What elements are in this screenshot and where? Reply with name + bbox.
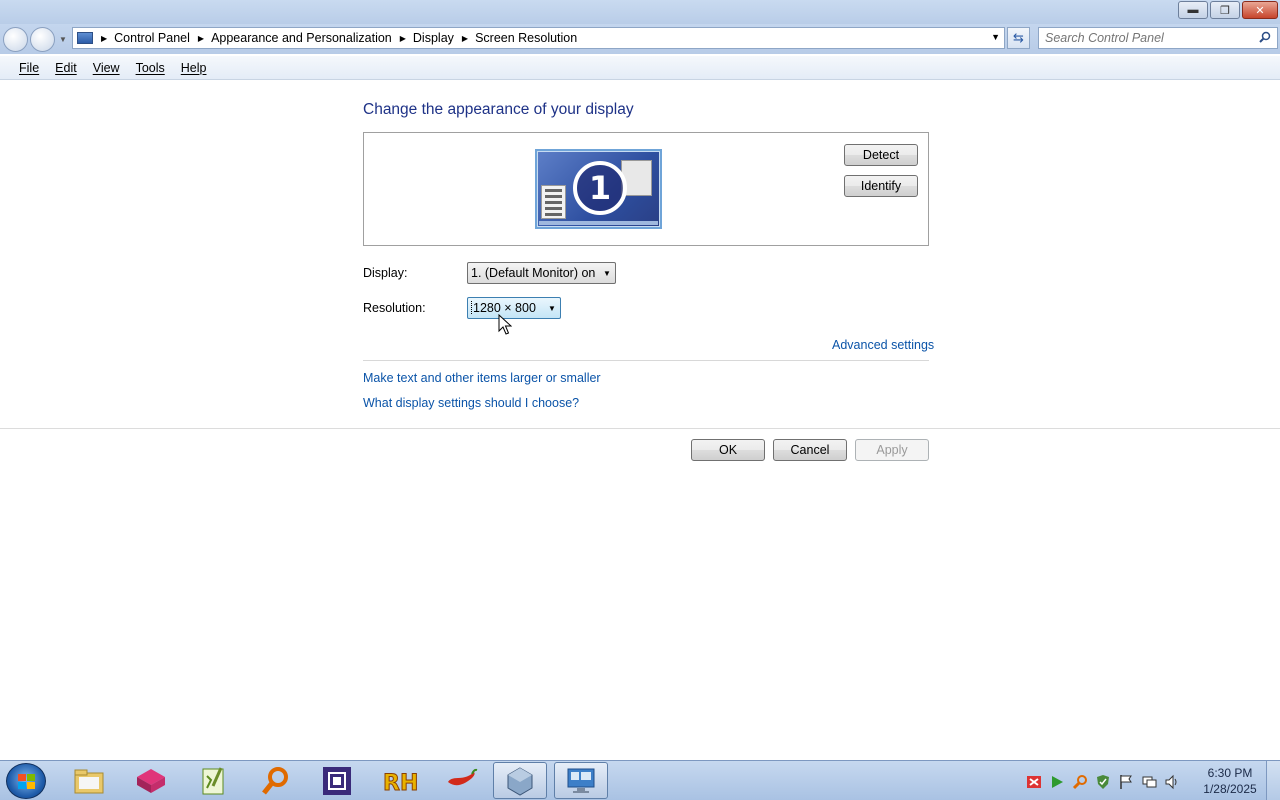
system-tray [1025, 773, 1180, 790]
clock[interactable]: 6:30 PM 1/28/2025 [1200, 765, 1260, 797]
menu-file[interactable]: File [19, 61, 39, 75]
address-dropdown-icon[interactable]: ▼ [991, 32, 1000, 42]
display-help-link[interactable]: What display settings should I choose? [363, 396, 579, 410]
chili-icon[interactable] [434, 762, 488, 799]
network-icon[interactable] [1140, 773, 1157, 790]
menu-edit[interactable]: Edit [55, 61, 77, 75]
breadcrumb-appearance[interactable]: Appearance and Personalization [211, 31, 392, 45]
search-box[interactable] [1038, 27, 1278, 49]
monitor-number: 1 [573, 161, 627, 215]
breadcrumb-arrow-icon[interactable]: ▶ [198, 34, 204, 43]
control-panel-icon [77, 32, 93, 44]
resource-hacker-icon[interactable]: RH [372, 762, 426, 799]
breadcrumb-arrow-icon[interactable]: ▶ [101, 34, 107, 43]
close-icon[interactable]: ✕ [1242, 1, 1278, 19]
monitor-preview-panel: 1 Detect Identify [363, 132, 929, 246]
virtualbox-icon[interactable] [493, 762, 547, 799]
breadcrumb-arrow-icon[interactable]: ▶ [462, 34, 468, 43]
breadcrumb-screen-resolution[interactable]: Screen Resolution [475, 31, 577, 45]
windows-logo-icon [18, 774, 35, 789]
search-input[interactable] [1045, 31, 1255, 45]
detect-button[interactable]: Detect [844, 144, 918, 166]
apply-button[interactable]: Apply [855, 439, 929, 461]
resolution-select-value: 1280 × 800 [471, 301, 544, 315]
start-button[interactable] [6, 763, 46, 799]
notepad-plus-icon[interactable] [186, 762, 240, 799]
refresh-icon[interactable]: ⇆ [1007, 27, 1030, 49]
menu-help[interactable]: Help [181, 61, 207, 75]
volume-icon[interactable] [1163, 773, 1180, 790]
search-icon[interactable] [1259, 31, 1271, 43]
search-tool-icon[interactable] [248, 762, 302, 799]
minimize-icon[interactable]: ▬ [1178, 1, 1208, 19]
chevron-down-icon[interactable]: ▼ [544, 304, 560, 313]
mouse-cursor-icon [498, 314, 512, 335]
recent-pages-chevron-icon[interactable]: ▼ [59, 35, 67, 44]
breadcrumb-arrow-icon[interactable]: ▶ [400, 34, 406, 43]
divider [0, 428, 1280, 429]
forward-button[interactable] [30, 27, 55, 52]
menu-view[interactable]: View [93, 61, 120, 75]
chevron-down-icon[interactable]: ▼ [599, 269, 615, 278]
address-bar[interactable]: ▶ Control Panel ▶ Appearance and Persona… [72, 27, 1005, 49]
menu-bar: File Edit View Tools Help [0, 56, 1280, 80]
advanced-settings-link[interactable]: Advanced settings [832, 338, 934, 352]
play-icon[interactable] [1048, 773, 1065, 790]
svg-text:RH: RH [383, 771, 417, 796]
display-select[interactable]: 1. (Default Monitor) on ▼ [467, 262, 616, 284]
taskbar: RH 6:30 PM 1/28/2025 [0, 760, 1280, 800]
identify-button[interactable]: Identify [844, 175, 918, 197]
window-title-bar: ▬ ❐ ✕ [0, 0, 1280, 24]
window-thumbnail-icon [541, 185, 566, 219]
action-center-flag-icon[interactable] [1117, 773, 1134, 790]
show-desktop-button[interactable] [1266, 761, 1280, 800]
back-button[interactable] [3, 27, 28, 52]
menu-tools[interactable]: Tools [136, 61, 165, 75]
resolution-select[interactable]: 1280 × 800 ▼ [467, 297, 561, 319]
divider [363, 360, 929, 361]
display-settings-icon[interactable] [554, 762, 608, 799]
cancel-button[interactable]: Cancel [773, 439, 847, 461]
main-content: Change the appearance of your display 1 … [0, 81, 1280, 760]
network-error-icon[interactable] [1025, 773, 1042, 790]
text-size-link[interactable]: Make text and other items larger or smal… [363, 371, 601, 385]
monitor-taskbar [539, 221, 658, 225]
breadcrumb-display[interactable]: Display [413, 31, 454, 45]
display-select-value: 1. (Default Monitor) on [471, 266, 596, 280]
security-shield-icon[interactable] [1094, 773, 1111, 790]
page-title: Change the appearance of your display [363, 101, 634, 118]
clock-time: 6:30 PM [1207, 766, 1253, 780]
windows-explorer-icon[interactable] [62, 762, 116, 799]
search-tray-icon[interactable] [1071, 773, 1088, 790]
clock-date: 1/28/2025 [1203, 782, 1257, 796]
window-controls: ▬ ❐ ✕ [1178, 1, 1278, 19]
cpu-z-icon[interactable] [310, 762, 364, 799]
monitor-1-icon[interactable]: 1 [535, 149, 662, 229]
restore-icon[interactable]: ❐ [1210, 1, 1240, 19]
navigation-bar: ▼ ▶ Control Panel ▶ Appearance and Perso… [0, 24, 1280, 54]
virtualbox-cube-icon[interactable] [124, 762, 178, 799]
breadcrumb-control-panel[interactable]: Control Panel [114, 31, 190, 45]
resolution-label: Resolution: [363, 301, 426, 315]
resolution-select-value-wrap: 1280 × 800 [468, 301, 544, 315]
display-label: Display: [363, 266, 408, 280]
ok-button[interactable]: OK [691, 439, 765, 461]
